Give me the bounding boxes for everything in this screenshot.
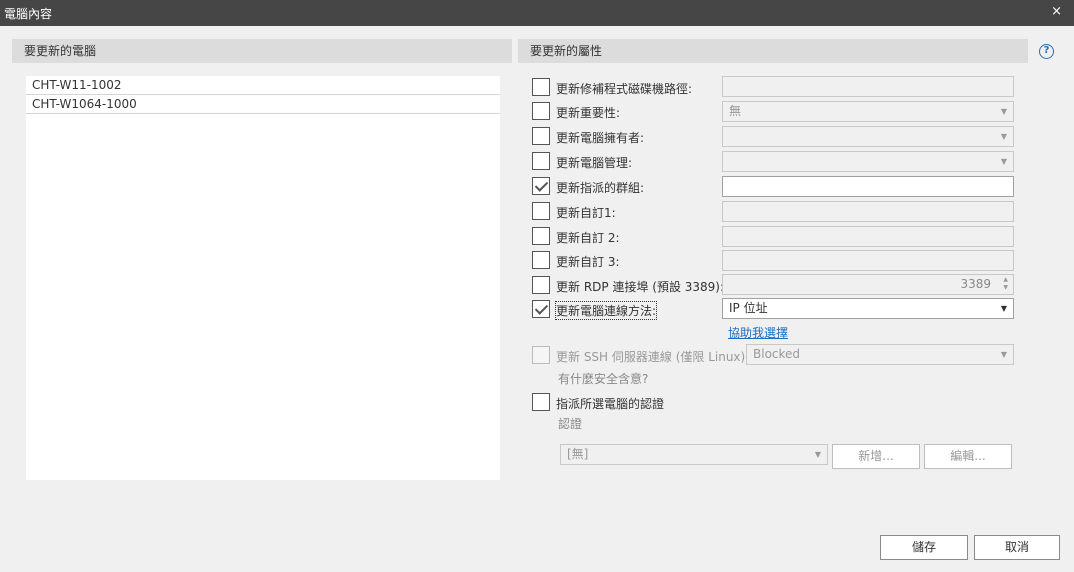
computers-section-header: 要更新的電腦 — [12, 39, 512, 63]
window-title: 電腦內容 — [4, 7, 53, 21]
connection-method-select[interactable]: IP 位址 ▼ — [722, 298, 1014, 319]
management-label: 更新電腦管理: — [556, 156, 633, 170]
credentials-sublabel: 認證 — [558, 417, 583, 431]
driver-path-checkbox[interactable] — [532, 78, 550, 96]
chevron-down-icon: ▼ — [1000, 304, 1007, 313]
connection-method-checkbox[interactable] — [532, 300, 550, 318]
chevron-down-icon: ▼ — [1000, 350, 1007, 359]
add-credential-button: 新增... — [832, 444, 920, 469]
computer-list[interactable]: CHT-W11-1002 CHT-W1064-1000 — [26, 76, 500, 480]
custom3-label: 更新自訂 3: — [556, 255, 620, 269]
owner-checkbox[interactable] — [532, 127, 550, 145]
properties-section-header: 要更新的屬性 — [518, 39, 1028, 63]
custom3-input[interactable] — [722, 250, 1014, 271]
chevron-down-icon: ▼ — [1000, 157, 1007, 166]
chevron-down-icon: ▼ — [1000, 107, 1007, 116]
spinner-icon[interactable]: ▲ ▼ — [1003, 276, 1008, 292]
custom1-checkbox[interactable] — [532, 202, 550, 220]
ssh-label: 更新 SSH 伺服器連線 (僅限 Linux): — [556, 350, 750, 364]
edit-credential-button: 編輯... — [924, 444, 1012, 469]
custom2-checkbox[interactable] — [532, 227, 550, 245]
security-note: 有什麼安全含意? — [558, 372, 649, 386]
connection-method-label: 更新電腦連線方法: — [554, 301, 658, 320]
custom2-label: 更新自訂 2: — [556, 231, 620, 245]
credentials-checkbox[interactable] — [532, 393, 550, 411]
importance-label: 更新重要性: — [556, 106, 621, 120]
group-input[interactable] — [722, 176, 1014, 197]
rdp-port-value: 3389 — [960, 277, 991, 291]
owner-label: 更新電腦擁有者: — [556, 131, 645, 145]
custom3-checkbox[interactable] — [532, 251, 550, 269]
owner-select[interactable]: ▼ — [722, 126, 1014, 147]
driver-path-input[interactable] — [722, 76, 1014, 97]
credentials-label: 指派所選電腦的認證 — [556, 397, 665, 411]
help-choose-link[interactable]: 協助我選擇 — [728, 324, 788, 341]
management-select[interactable]: ▼ — [722, 151, 1014, 172]
group-checkbox[interactable] — [532, 177, 550, 195]
driver-path-label: 更新修補程式磁碟機路徑: — [556, 82, 693, 96]
list-item[interactable]: CHT-W11-1002 — [26, 76, 500, 95]
connection-method-value: IP 位址 — [729, 301, 768, 315]
custom2-input[interactable] — [722, 226, 1014, 247]
list-item[interactable]: CHT-W1064-1000 — [26, 95, 500, 114]
credentials-value: [無] — [567, 447, 589, 461]
rdp-port-stepper[interactable]: 3389 ▲ ▼ — [722, 274, 1014, 295]
chevron-down-icon: ▼ — [814, 450, 821, 459]
custom1-label: 更新自訂1: — [556, 206, 616, 220]
management-checkbox[interactable] — [532, 152, 550, 170]
custom1-input[interactable] — [722, 201, 1014, 222]
chevron-down-icon: ▼ — [1000, 132, 1007, 141]
ssh-value: Blocked — [753, 347, 801, 361]
close-icon[interactable]: × — [1051, 4, 1062, 19]
rdp-port-checkbox[interactable] — [532, 276, 550, 294]
importance-value: 無 — [729, 104, 742, 118]
importance-checkbox[interactable] — [532, 102, 550, 120]
ssh-checkbox — [532, 346, 550, 364]
credentials-select: [無] ▼ — [560, 444, 828, 465]
rdp-port-label: 更新 RDP 連接埠 (預設 3389): — [556, 280, 725, 294]
cancel-button[interactable]: 取消 — [974, 535, 1060, 560]
group-label: 更新指派的群組: — [556, 181, 645, 195]
save-button[interactable]: 儲存 — [880, 535, 968, 560]
ssh-select: Blocked ▼ — [746, 344, 1014, 365]
title-bar: 電腦內容 × — [0, 0, 1074, 26]
importance-select[interactable]: 無 ▼ — [722, 101, 1014, 122]
help-icon[interactable]: ? — [1039, 44, 1054, 59]
